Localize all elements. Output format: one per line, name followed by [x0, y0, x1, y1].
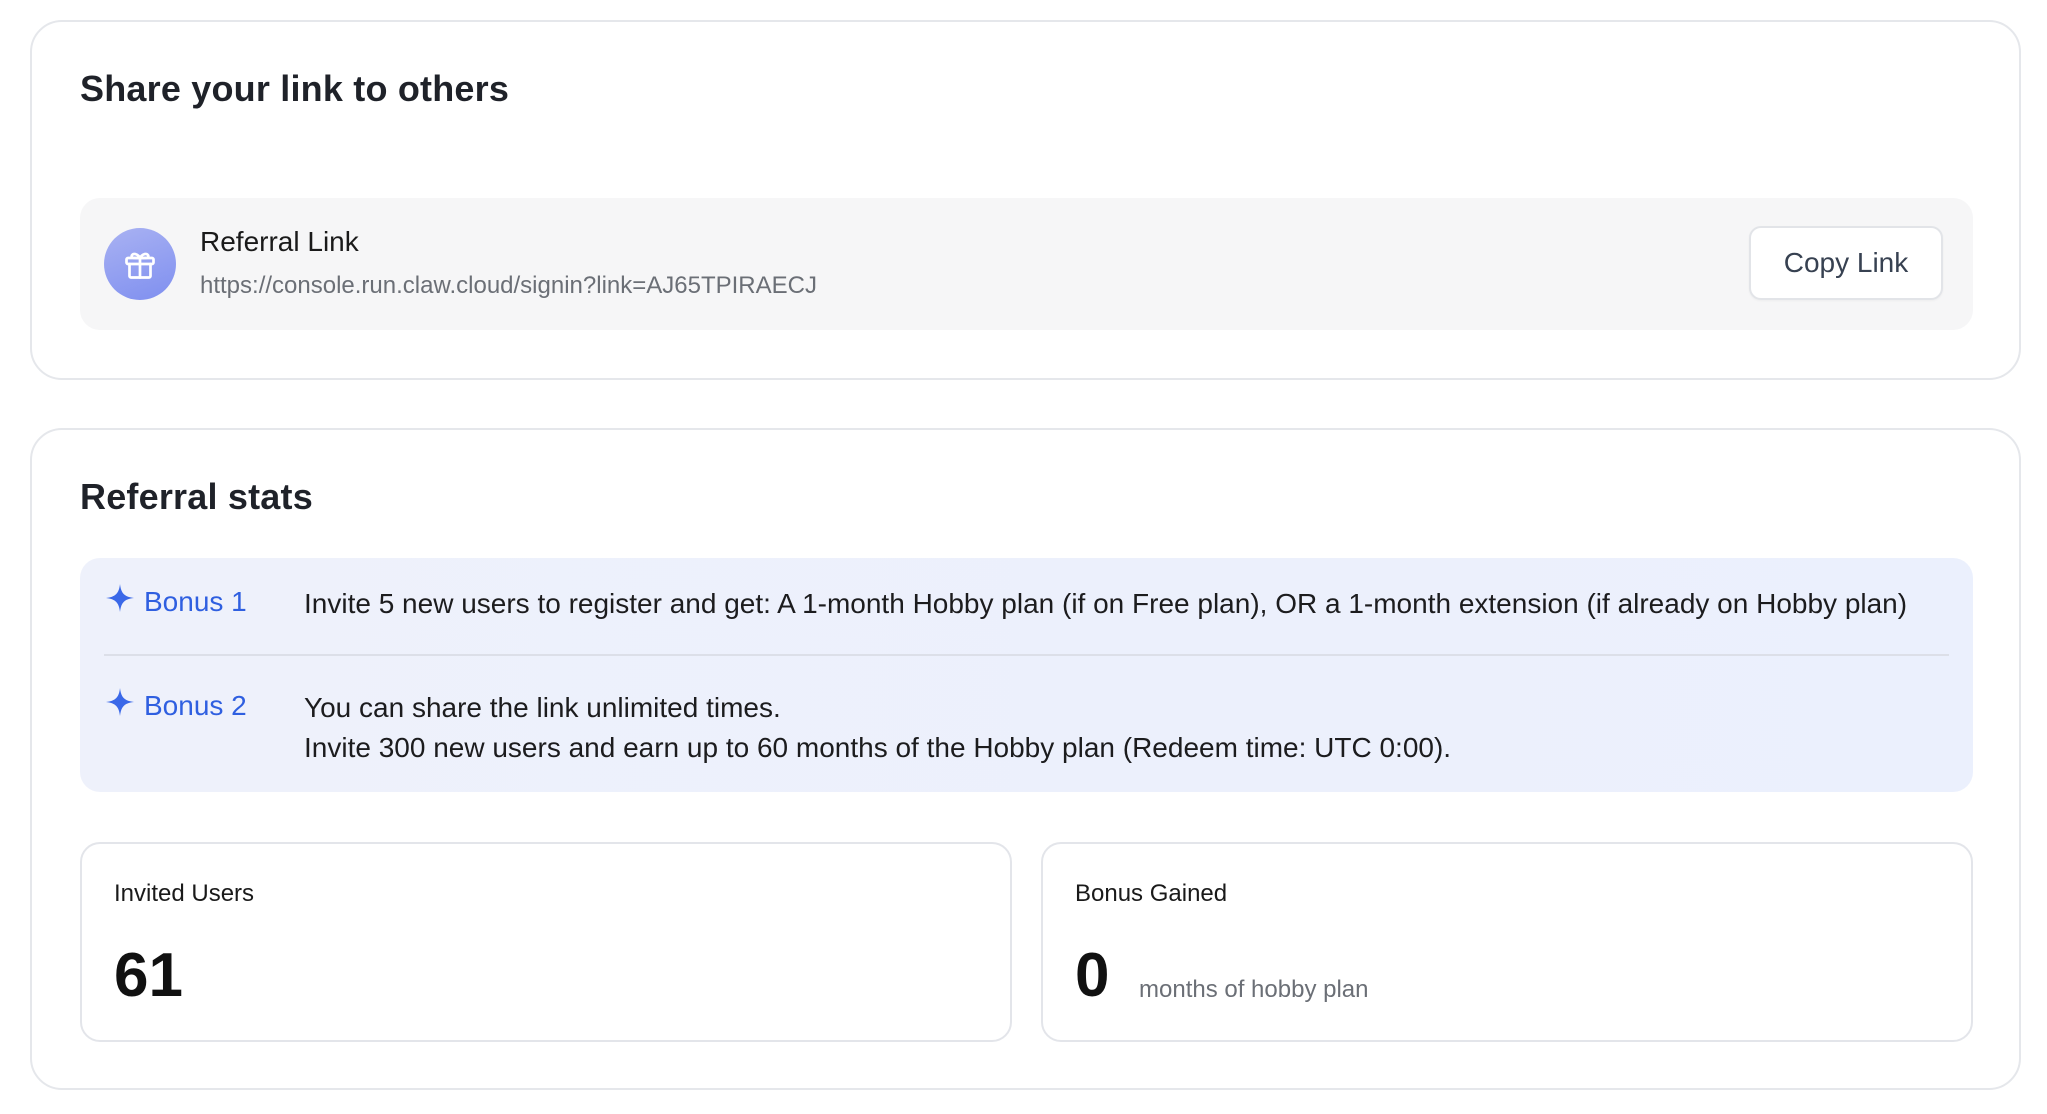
bonus-description-line: You can share the link unlimited times. [304, 692, 781, 723]
divider [104, 654, 1949, 656]
bonus-tag: Bonus 1 [104, 582, 247, 621]
invited-users-card: Invited Users 61 [80, 842, 1012, 1042]
referral-link-url[interactable]: https://console.run.claw.cloud/signin?li… [200, 272, 817, 300]
referral-link-row: Referral Link https://console.run.claw.c… [80, 198, 1973, 330]
bonus-item: Bonus 2 You can share the link unlimited… [104, 686, 1949, 776]
bonus-description-line: Invite 300 new users and earn up to 60 m… [304, 732, 1452, 763]
share-card-title: Share your link to others [80, 68, 510, 109]
bonus-gained-value: 0 [1075, 941, 1110, 1010]
bonus-tag: Bonus 2 [104, 686, 247, 725]
bonus-gained-card: Bonus Gained 0 months of hobby plan [1041, 842, 1973, 1042]
bonus-description: You can share the link unlimited times. … [304, 688, 1451, 768]
share-link-card: Share your link to others Referral Link … [30, 20, 2021, 380]
bonus-gained-unit: months of hobby plan [1139, 976, 1369, 1003]
referral-stats-card: Referral stats Bonus 1 Invite 5 new user… [30, 428, 2021, 1090]
bonus-gained-label: Bonus Gained [1075, 880, 1228, 907]
referral-link-label: Referral Link [200, 226, 359, 257]
bonus-description-line: Invite 5 new users to register and get: … [304, 588, 1908, 619]
sparkle-icon [104, 686, 144, 725]
bonus-list: Bonus 1 Invite 5 new users to register a… [80, 558, 1973, 792]
invited-users-value: 61 [114, 941, 183, 1010]
bonus-item: Bonus 1 Invite 5 new users to register a… [104, 582, 1949, 654]
stats-card-title: Referral stats [80, 476, 313, 517]
bonus-description: Invite 5 new users to register and get: … [304, 584, 1907, 624]
bonus-tag-label: Bonus 2 [144, 689, 247, 721]
sparkle-icon [104, 582, 144, 621]
gift-icon [104, 228, 176, 300]
bonus-tag-label: Bonus 1 [144, 585, 247, 617]
copy-link-button[interactable]: Copy Link [1749, 226, 1943, 300]
invited-users-label: Invited Users [114, 880, 255, 907]
